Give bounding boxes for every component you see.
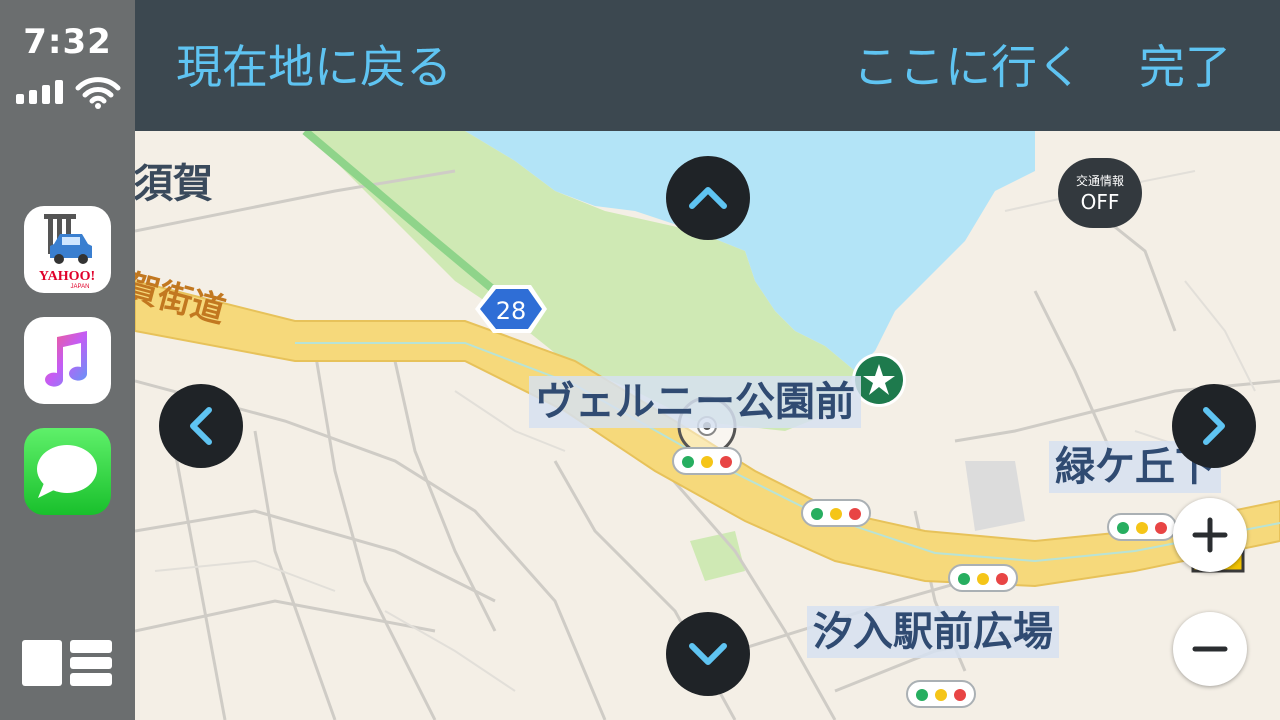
yahoo-logo-text: YAHOO! [39, 269, 95, 284]
pan-up-button[interactable] [666, 156, 750, 240]
status-time: 7:32 [23, 22, 112, 62]
traffic-signal-icon [801, 499, 871, 527]
carplay-sidebar: 7:32 YAHOO! JAPAN [0, 0, 135, 720]
plus-icon [1192, 517, 1228, 553]
go-here-button[interactable]: ここに行く [853, 38, 1083, 96]
traffic-signal-icon [672, 447, 742, 475]
music-note-icon [45, 331, 88, 387]
chevron-right-icon [1203, 407, 1225, 445]
chat-bubble-icon [37, 445, 97, 498]
place-label-verny-park: ヴェルニー公園前 [529, 376, 861, 428]
place-label-suga: 須賀 [135, 161, 213, 207]
svg-text:28: 28 [496, 297, 527, 325]
done-button[interactable]: 完了 [1139, 38, 1231, 96]
dashboard-icon[interactable] [22, 640, 114, 686]
pan-left-button[interactable] [159, 384, 243, 468]
chevron-down-icon [689, 643, 727, 665]
map-canvas[interactable]: 28 須賀 賀街道 ヴェルニー公園前 緑ケ丘下 汐入駅前広場 交通情報 OFF [135, 131, 1280, 720]
chevron-left-icon [190, 407, 212, 445]
traffic-signal-icon [906, 680, 976, 708]
traffic-signal-icon [1107, 513, 1177, 541]
status-indicators [16, 76, 122, 110]
traffic-info-toggle[interactable]: 交通情報 OFF [1058, 158, 1142, 228]
return-to-current-location-button[interactable]: 現在地に戻る [176, 38, 452, 96]
map-top-bar: 現在地に戻る ここに行く 完了 [135, 0, 1280, 131]
traffic-info-state: OFF [1080, 190, 1120, 214]
music-app-icon[interactable] [24, 317, 111, 404]
chevron-up-icon [689, 187, 727, 209]
traffic-info-label: 交通情報 [1075, 174, 1124, 188]
zoom-out-button[interactable] [1173, 612, 1247, 686]
place-label-shionyu-station: 汐入駅前広場 [807, 606, 1059, 658]
pan-right-button[interactable] [1172, 384, 1256, 468]
pan-down-button[interactable] [666, 612, 750, 696]
messages-app-icon[interactable] [24, 428, 111, 515]
car-icon: YAHOO! JAPAN [39, 214, 95, 290]
yahoo-carnavi-app-icon[interactable]: YAHOO! JAPAN [24, 206, 111, 293]
yahoo-logo-subtext: JAPAN [71, 284, 90, 290]
wifi-icon [75, 77, 121, 109]
minus-icon [1192, 646, 1228, 652]
zoom-in-button[interactable] [1173, 498, 1247, 572]
traffic-signal-icon [948, 564, 1018, 592]
